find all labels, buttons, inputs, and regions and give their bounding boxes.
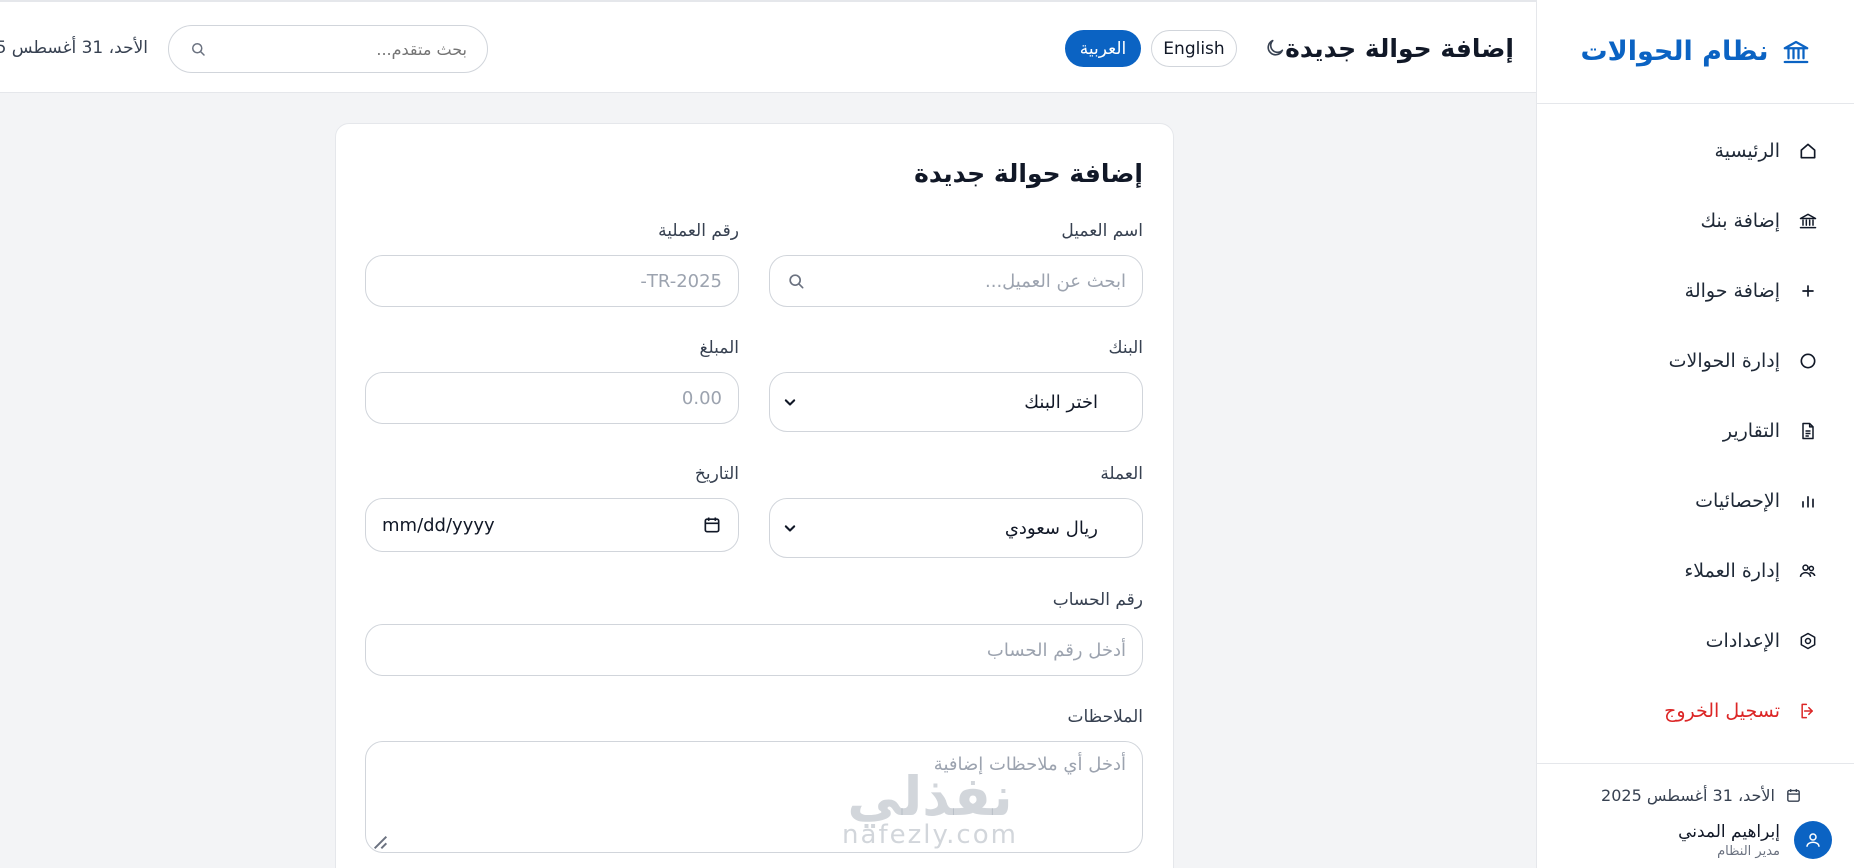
- user-profile[interactable]: إبراهيم المدني مدير النظام: [1537, 821, 1832, 859]
- account-number-placeholder: أدخل رقم الحساب: [986, 639, 1126, 661]
- brand-title: نظام الحوالات: [1580, 36, 1769, 67]
- sidebar: نظام الحوالات الرئيسية إضافة بنك إضافة ح…: [1536, 0, 1854, 868]
- advanced-search-input[interactable]: [237, 39, 467, 59]
- sidebar-item-label: تسجيل الخروج: [1664, 700, 1780, 722]
- sidebar-item-add-transfer[interactable]: إضافة حوالة: [1537, 256, 1854, 326]
- sidebar-item-customers[interactable]: إدارة العملاء: [1537, 536, 1854, 606]
- sidebar-item-label: الإعدادات: [1705, 630, 1780, 652]
- operation-number-label: رقم العملية: [658, 221, 739, 241]
- document-icon: [1802, 422, 1814, 440]
- bank-label: البنك: [1108, 338, 1144, 358]
- notes-textarea[interactable]: أدخل أي ملاحظات إضافية: [365, 741, 1143, 853]
- sidebar-item-label: الإحصائيات: [1695, 490, 1780, 512]
- sidebar-item-label: إدارة الحوالات: [1668, 350, 1780, 372]
- customer-label: اسم العميل: [1061, 221, 1143, 241]
- page-title: إضافة حوالة جديدة: [1285, 34, 1514, 63]
- sidebar-item-label: التقارير: [1722, 420, 1780, 442]
- sidebar-item-statistics[interactable]: الإحصائيات: [1537, 466, 1854, 536]
- bank-icon: [1799, 213, 1817, 229]
- account-number-label: رقم الحساب: [1052, 590, 1143, 610]
- circle-icon: [1800, 353, 1816, 369]
- chevron-down-icon: [784, 525, 796, 532]
- sidebar-item-label: إضافة بنك: [1700, 210, 1780, 232]
- search-icon: [192, 43, 205, 56]
- currency-select-value: ريال سعودي: [1004, 517, 1098, 539]
- sidebar-item-label: إضافة حوالة: [1684, 280, 1780, 302]
- currency-label: العملة: [1100, 464, 1143, 484]
- settings-icon: [1800, 632, 1816, 650]
- chevron-down-icon: [784, 399, 796, 406]
- sidebar-item-home[interactable]: الرئيسية: [1537, 116, 1854, 186]
- avatar[interactable]: [1794, 821, 1832, 859]
- sidebar-item-manage-transfers[interactable]: إدارة الحوالات: [1537, 326, 1854, 396]
- header-date: الأحد، 31 أغسطس 2025: [0, 38, 148, 58]
- account-number-field[interactable]: أدخل رقم الحساب: [365, 624, 1143, 676]
- logout-icon: [1801, 703, 1813, 719]
- notes-label: الملاحظات: [1067, 707, 1143, 727]
- users-icon: [1799, 564, 1816, 577]
- operation-number-field[interactable]: TR-2025-: [365, 255, 739, 307]
- currency-select[interactable]: ريال سعودي: [769, 498, 1143, 558]
- sidebar-item-label: إدارة العملاء: [1684, 560, 1780, 582]
- amount-field[interactable]: 0.00: [365, 372, 739, 424]
- amount-placeholder: 0.00: [681, 387, 722, 409]
- sidebar-item-reports[interactable]: التقارير: [1537, 396, 1854, 466]
- brand[interactable]: نظام الحوالات: [1537, 0, 1854, 104]
- language-english-button[interactable]: English: [1151, 30, 1237, 67]
- add-transfer-form: إضافة حوالة جديدة اسم العميل ابحث عن الع…: [335, 123, 1174, 868]
- sidebar-item-settings[interactable]: الإعدادات: [1537, 606, 1854, 676]
- resize-handle-icon[interactable]: [368, 830, 388, 850]
- operation-number-placeholder: TR-2025-: [640, 270, 722, 292]
- date-placeholder: mm/dd/yyyy: [382, 514, 495, 536]
- advanced-search[interactable]: [168, 25, 488, 73]
- top-header: إضافة حوالة جديدة English العربية الأحد،…: [0, 0, 1536, 93]
- customer-search-field[interactable]: ابحث عن العميل...: [769, 255, 1143, 307]
- home-icon: [1800, 143, 1816, 159]
- user-icon: [1806, 833, 1820, 847]
- sidebar-date: الأحد، 31 أغسطس 2025: [1537, 786, 1832, 805]
- user-role: مدير النظام: [1717, 843, 1780, 859]
- sidebar-date-text: الأحد، 31 أغسطس 2025: [1601, 786, 1775, 805]
- bar-chart-icon: [1802, 496, 1814, 508]
- customer-search-placeholder: ابحث عن العميل...: [985, 270, 1126, 292]
- sidebar-footer: الأحد، 31 أغسطس 2025 إبراهيم المدني مدير…: [1537, 763, 1854, 859]
- bank-select-value: اختر البنك: [1024, 391, 1098, 413]
- date-field[interactable]: mm/dd/yyyy: [365, 498, 739, 552]
- bank-select[interactable]: اختر البنك: [769, 372, 1143, 432]
- date-label: التاريخ: [694, 464, 739, 484]
- calendar-icon: [1787, 789, 1800, 802]
- sidebar-nav: الرئيسية إضافة بنك إضافة حوالة إدارة الح…: [1537, 104, 1854, 746]
- user-name: إبراهيم المدني: [1678, 821, 1780, 842]
- bank-icon: [1783, 40, 1808, 63]
- calendar-icon[interactable]: [702, 515, 722, 535]
- plus-icon: [1802, 285, 1814, 297]
- moon-icon[interactable]: [1264, 37, 1286, 59]
- search-icon: [789, 274, 804, 289]
- amount-label: المبلغ: [699, 338, 739, 358]
- sidebar-item-add-bank[interactable]: إضافة بنك: [1537, 186, 1854, 256]
- sidebar-item-label: الرئيسية: [1714, 140, 1780, 162]
- notes-placeholder: أدخل أي ملاحظات إضافية: [933, 754, 1126, 775]
- sidebar-item-logout[interactable]: تسجيل الخروج: [1537, 676, 1854, 746]
- form-title: إضافة حوالة جديدة: [914, 159, 1143, 188]
- language-arabic-button[interactable]: العربية: [1065, 30, 1141, 67]
